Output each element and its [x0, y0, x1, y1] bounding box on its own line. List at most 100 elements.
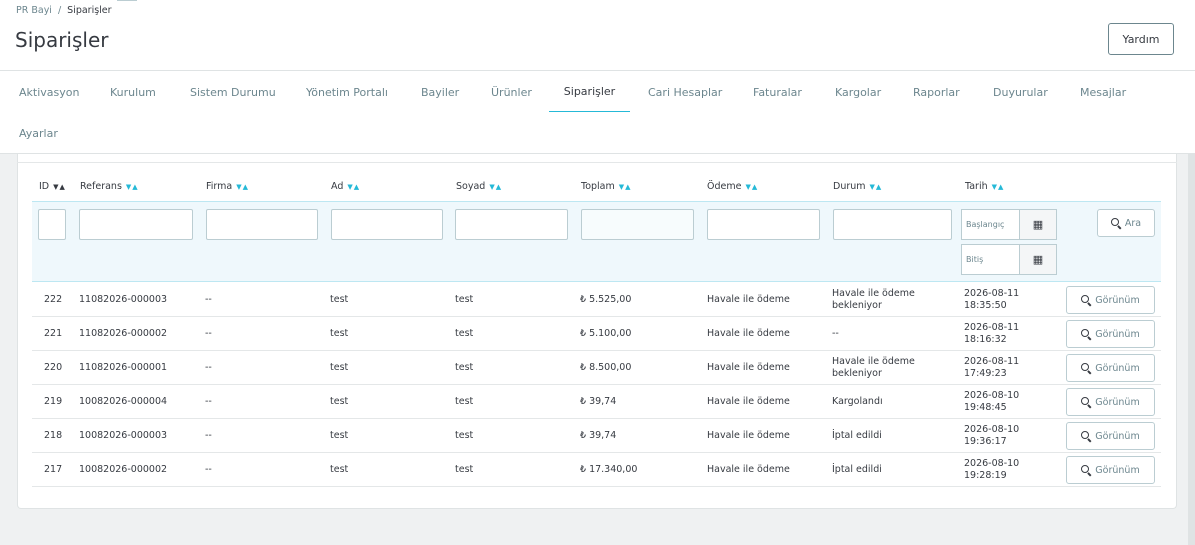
tab-sistem-durumu[interactable]: Sistem Durumu [190, 71, 276, 113]
text-label: 19:36:17 [964, 436, 1007, 447]
view-button[interactable]: Görünüm [1066, 422, 1155, 450]
col-head-toplam[interactable]: Toplam ▼▲ [581, 181, 632, 192]
col-head-ad[interactable]: Ad ▼▲ [331, 181, 360, 192]
view-button[interactable]: Görünüm [1066, 286, 1155, 314]
table-cell: 11082026-000002 [79, 328, 168, 339]
tab-cari-hesaplar[interactable]: Cari Hesaplar [648, 71, 722, 113]
text-label: Havale ile ödeme [832, 288, 915, 299]
text-label: ▼▲ [745, 182, 759, 191]
filter-ad-input[interactable] [331, 209, 443, 240]
table-cell: 2026-08-11 18:16:32 [964, 317, 1019, 351]
scrollbar-track[interactable] [1188, 154, 1195, 545]
tab-kargolar[interactable]: Kargolar [835, 71, 881, 113]
filter-id-input[interactable] [38, 209, 66, 240]
text-label: bekleniyor [832, 300, 882, 311]
text-label: ▼▲ [125, 182, 139, 191]
tab-aktivasyon[interactable]: Aktivasyon [19, 71, 79, 113]
table-cell: 2026-08-11 18:35:50 [964, 283, 1019, 317]
text-label: 2026-08-10 [964, 390, 1020, 401]
zoom-in-icon [1081, 397, 1091, 407]
text-label: Firma [206, 181, 233, 192]
search-button[interactable]: Ara [1097, 209, 1155, 237]
table-cell: Havale ile ödeme [707, 294, 790, 305]
table-cell: Havale ile ödeme [707, 464, 790, 475]
col-head-referans[interactable]: Referans ▼▲ [80, 181, 139, 192]
filter-date-end-input[interactable]: Bitiş [961, 244, 1020, 275]
tab-bar: Aktivasyon Kurulum Sistem Durumu Yönetim… [0, 70, 1195, 113]
text-label: Durum [833, 181, 866, 192]
table-cell: ₺ 5.525,00 [580, 294, 632, 305]
calendar-icon[interactable]: ▦ [1019, 209, 1057, 240]
tab-urunler[interactable]: Ürünler [491, 71, 532, 113]
table-cell: 2026-08-10 19:36:17 [964, 419, 1019, 453]
table-cell: ₺ 17.340,00 [580, 464, 638, 475]
table-cell: 2026-08-10 19:48:45 [964, 385, 1019, 419]
tab-yonetim-portali[interactable]: Yönetim Portalı [306, 71, 388, 113]
table-row: 219 10082026-000004 -- test test ₺ 39,74… [32, 385, 1161, 419]
col-head-firma[interactable]: Firma ▼▲ [206, 181, 249, 192]
view-button[interactable]: Görünüm [1066, 320, 1155, 348]
filter-durum-input[interactable] [833, 209, 952, 240]
text-label: Ad [331, 181, 344, 192]
filter-toplam-input[interactable] [581, 209, 694, 240]
col-head-id[interactable]: ID ▼▲ [39, 181, 66, 192]
table-cell: 10082026-000002 [79, 464, 168, 475]
top-edge-mark [117, 0, 137, 1]
table-cell: 221 [44, 328, 63, 339]
table-cell: Kargolandı [832, 396, 883, 407]
search-icon [1110, 218, 1121, 228]
calendar-icon[interactable]: ▦ [1019, 244, 1057, 275]
text-label: Havale ile ödeme [832, 356, 915, 367]
table-cell: test [330, 328, 349, 339]
col-head-odeme[interactable]: Ödeme ▼▲ [707, 181, 758, 192]
tab-raporlar[interactable]: Raporlar [913, 71, 960, 113]
table-cell: İptal edildi [832, 464, 882, 475]
table-cell: Havale ile ödeme [707, 362, 790, 373]
help-button[interactable]: Yardım [1108, 23, 1174, 55]
table-cell: 222 [44, 294, 63, 305]
table-cell: Havale ile ödeme bekleniyor [832, 283, 915, 317]
tab-bayiler[interactable]: Bayiler [421, 71, 459, 113]
table-cell: test [330, 362, 349, 373]
tab-bar-row-2: Ayarlar [0, 112, 1195, 154]
text-label: 2026-08-11 [964, 288, 1020, 299]
text-label: Tarih [965, 181, 988, 192]
tab-mesajlar[interactable]: Mesajlar [1080, 71, 1126, 113]
tab-ayarlar[interactable]: Ayarlar [19, 112, 58, 154]
zoom-in-icon [1081, 431, 1091, 441]
table-cell: ₺ 5.100,00 [580, 328, 632, 339]
tab-duyurular[interactable]: Duyurular [993, 71, 1048, 113]
col-head-tarih[interactable]: Tarih ▼▲ [965, 181, 1004, 192]
text-label: ▼▲ [53, 183, 66, 191]
table-cell: Havale ile ödeme bekleniyor [832, 351, 915, 385]
filter-odeme-input[interactable] [707, 209, 820, 240]
filter-soyad-input[interactable] [455, 209, 568, 240]
filter-referans-input[interactable] [79, 209, 193, 240]
breadcrumb-separator: / [57, 5, 62, 16]
view-button[interactable]: Görünüm [1066, 456, 1155, 484]
text-label: 18:35:50 [964, 300, 1007, 311]
tab-siparisler[interactable]: Siparişler [549, 71, 630, 113]
view-button[interactable]: Görünüm [1066, 354, 1155, 382]
table-cell: Havale ile ödeme [707, 396, 790, 407]
tab-kurulum[interactable]: Kurulum [110, 71, 156, 113]
view-button[interactable]: Görünüm [1066, 388, 1155, 416]
breadcrumb-parent[interactable]: PR Bayi [16, 5, 52, 16]
text-label: Ödeme [707, 181, 742, 192]
text-label: Görünüm [1095, 430, 1140, 442]
table-cell: -- [205, 430, 212, 441]
table-row: 218 10082026-000003 -- test test ₺ 39,74… [32, 419, 1161, 453]
filter-firma-input[interactable] [206, 209, 318, 240]
zoom-in-icon [1081, 465, 1091, 475]
table-cell: ₺ 39,74 [580, 430, 617, 441]
tab-faturalar[interactable]: Faturalar [753, 71, 802, 113]
text-label: Görünüm [1095, 396, 1140, 408]
zoom-in-icon [1081, 329, 1091, 339]
filter-date-start-input[interactable]: Başlangıç [961, 209, 1020, 240]
breadcrumb-current: Siparişler [67, 5, 112, 16]
text-label: Görünüm [1095, 362, 1140, 374]
col-head-soyad[interactable]: Soyad ▼▲ [456, 181, 502, 192]
table-cell: 2026-08-10 19:28:19 [964, 453, 1019, 487]
col-head-durum[interactable]: Durum ▼▲ [833, 181, 882, 192]
table-cell: test [455, 430, 474, 441]
